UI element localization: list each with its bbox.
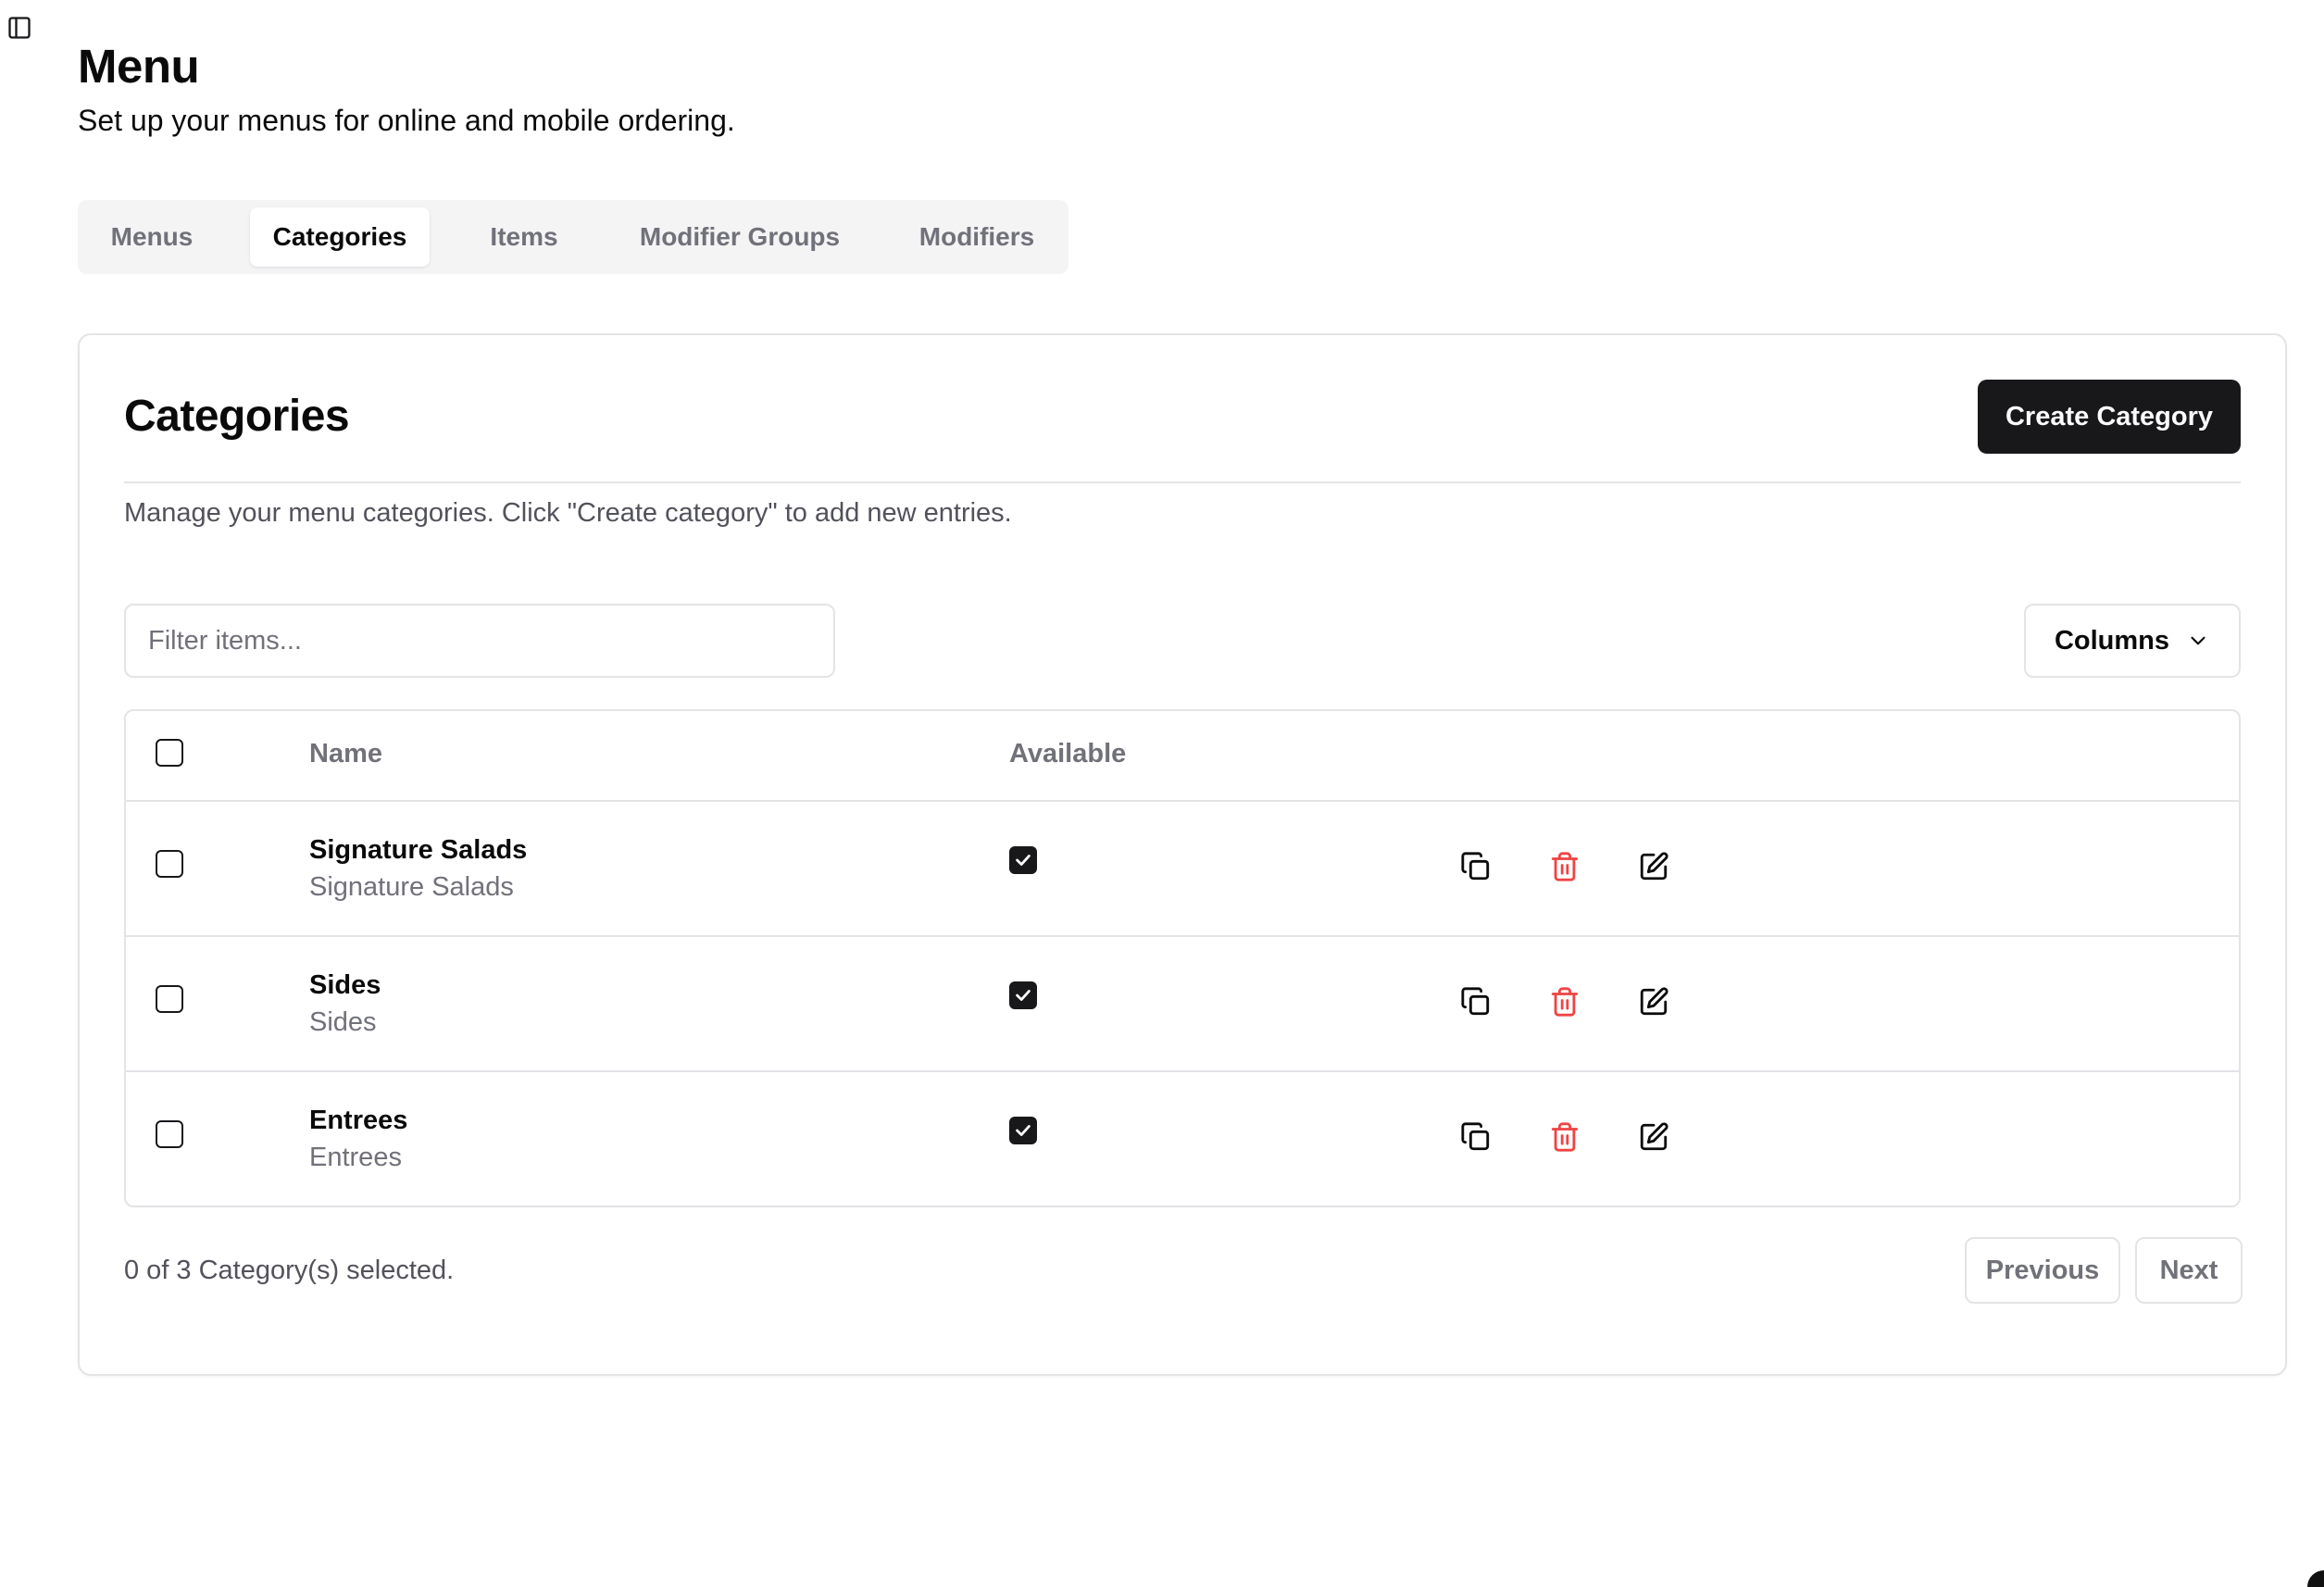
corner-decoration — [2307, 1570, 2324, 1587]
row-select-checkbox[interactable] — [156, 985, 183, 1013]
copy-button[interactable] — [1456, 981, 1496, 1022]
available-checkbox[interactable] — [1009, 846, 1037, 874]
trash-icon — [1551, 987, 1579, 1017]
category-subtitle: Entrees — [309, 1143, 402, 1172]
create-category-button[interactable]: Create Category — [1978, 380, 2241, 454]
name-cell: Entrees Entrees — [309, 1102, 407, 1176]
copy-icon — [1461, 852, 1490, 881]
trash-icon — [1551, 1122, 1579, 1152]
header-available[interactable]: Available — [1009, 739, 1126, 769]
name-cell: Signature Salads Signature Salads — [309, 831, 527, 906]
select-all-checkbox[interactable] — [156, 739, 183, 767]
category-name: Sides — [309, 970, 381, 1000]
header-name[interactable]: Name — [309, 739, 382, 769]
name-cell: Sides Sides — [309, 967, 381, 1041]
columns-button[interactable]: Columns — [2024, 604, 2241, 678]
check-icon — [1016, 855, 1031, 866]
page-title: Menu — [78, 40, 200, 93]
table-row: Signature Salads Signature Salads — [126, 800, 2239, 937]
categories-card: Categories Create Category Manage your m… — [78, 333, 2287, 1376]
card-description: Manage your menu categories. Click "Crea… — [124, 498, 1012, 528]
card-divider — [124, 481, 2241, 483]
menu-tabs: Menus Categories Items Modifier Groups M… — [78, 200, 1068, 274]
next-button[interactable]: Next — [2135, 1237, 2243, 1304]
table-row: Sides Sides — [126, 935, 2239, 1072]
edit-button[interactable] — [1633, 1117, 1674, 1157]
delete-button[interactable] — [1544, 1117, 1585, 1157]
delete-button[interactable] — [1544, 846, 1585, 887]
edit-icon — [1640, 852, 1668, 881]
copy-icon — [1461, 1122, 1490, 1151]
card-title: Categories — [124, 392, 350, 441]
table-row: Entrees Entrees — [126, 1070, 2239, 1206]
previous-button[interactable]: Previous — [1965, 1237, 2120, 1304]
copy-icon — [1461, 987, 1490, 1016]
tab-items[interactable]: Items — [461, 207, 587, 267]
selection-count: 0 of 3 Category(s) selected. — [124, 1256, 455, 1285]
available-checkbox[interactable] — [1009, 1117, 1037, 1144]
page-subtitle: Set up your menus for online and mobile … — [78, 104, 735, 137]
copy-button[interactable] — [1456, 846, 1496, 887]
trash-icon — [1551, 852, 1579, 881]
available-checkbox[interactable] — [1009, 981, 1037, 1009]
check-icon — [1016, 990, 1031, 1001]
tab-menus[interactable]: Menus — [85, 207, 219, 267]
category-name: Signature Salads — [309, 835, 528, 865]
edit-button[interactable] — [1633, 846, 1674, 887]
row-select-checkbox[interactable] — [156, 1120, 183, 1148]
chevron-down-icon — [2191, 636, 2205, 645]
row-select-checkbox[interactable] — [156, 850, 183, 878]
categories-table: Name Available Signature Salads Signatur… — [124, 709, 2241, 1207]
sidebar-toggle-button[interactable] — [6, 14, 33, 42]
tab-modifiers[interactable]: Modifiers — [893, 207, 1061, 267]
category-subtitle: Sides — [309, 1007, 377, 1037]
edit-button[interactable] — [1633, 981, 1674, 1022]
tab-categories[interactable]: Categories — [250, 207, 430, 267]
panel-left-icon — [8, 17, 31, 39]
edit-icon — [1640, 987, 1668, 1016]
delete-button[interactable] — [1544, 981, 1585, 1022]
copy-button[interactable] — [1456, 1117, 1496, 1157]
table-header: Name Available — [126, 711, 2239, 802]
page-header: Menu Set up your menus for online and mo… — [78, 39, 735, 139]
tab-modifier-groups[interactable]: Modifier Groups — [618, 207, 861, 267]
edit-icon — [1640, 1122, 1668, 1151]
category-subtitle: Signature Salads — [309, 872, 514, 902]
check-icon — [1016, 1125, 1031, 1136]
columns-button-label: Columns — [2054, 625, 2170, 656]
category-name: Entrees — [309, 1106, 408, 1135]
filter-input[interactable] — [124, 604, 835, 678]
